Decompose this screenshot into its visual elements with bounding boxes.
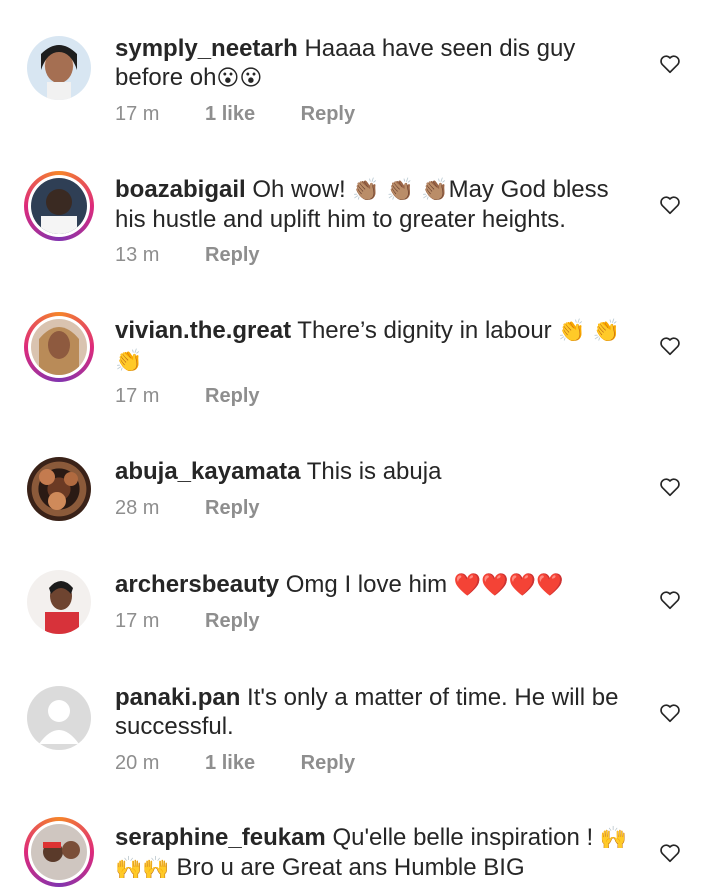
comment-text: vivian.the.great There’s dignity in labo… — [115, 316, 635, 376]
avatar[interactable] — [24, 567, 94, 637]
comment-meta: 20 m 1 like Reply — [115, 752, 355, 775]
reply-button[interactable]: Reply — [205, 385, 259, 408]
comment-time: 13 m — [115, 244, 160, 266]
like-heart-icon[interactable] — [659, 476, 681, 498]
reply-button[interactable]: Reply — [205, 244, 259, 267]
comment-username[interactable]: panaki.pan — [115, 684, 240, 711]
avatar[interactable] — [24, 454, 94, 524]
comment-text: boazabigail Oh wow! 👏🏽 👏🏽 👏🏽May God bles… — [115, 175, 635, 234]
comment-time: 17 m — [115, 385, 160, 407]
like-heart-icon[interactable] — [659, 194, 681, 216]
avatar-photo — [43, 841, 80, 862]
comment-text: abuja_kayamata This is abuja — [115, 457, 635, 486]
comment-username[interactable]: symply_neetarh — [115, 35, 298, 62]
comment-username[interactable]: archersbeauty — [115, 571, 279, 598]
comment-body: Omg I love him — [285, 571, 448, 598]
avatar[interactable] — [24, 33, 94, 103]
comment-body-continued: Bro u are Great ans Humble BIG — [176, 854, 525, 881]
like-heart-icon[interactable] — [659, 702, 681, 724]
emoji: 👏🏽 👏🏽 👏🏽 — [352, 178, 449, 203]
comment-text: panaki.pan It's only a matter of time. H… — [115, 683, 635, 741]
avatar-photo — [45, 581, 79, 634]
avatar[interactable] — [24, 312, 94, 382]
comment-meta: 17 m Reply — [115, 385, 260, 408]
comment-body: There’s dignity in labour — [297, 317, 552, 344]
comment-text: archersbeauty Omg I love him ❤️❤️❤️❤️ — [115, 570, 635, 600]
comment-time: 20 m — [115, 752, 160, 774]
comment-likes[interactable]: 1 like — [205, 752, 255, 775]
avatar-photo — [39, 469, 78, 510]
comment-time: 17 m — [115, 103, 160, 125]
comment-meta: 13 m Reply — [115, 244, 260, 267]
reply-button[interactable]: Reply — [205, 497, 259, 520]
comment-text: symply_neetarh Haaaa have seen dis guy b… — [115, 34, 635, 93]
comment-meta: 28 m Reply — [115, 497, 260, 520]
like-heart-icon[interactable] — [659, 335, 681, 357]
comment-time: 28 m — [115, 497, 160, 519]
comment-body: This is abuja — [306, 458, 442, 485]
comment-meta: 17 m 1 like Reply — [115, 103, 355, 126]
like-heart-icon[interactable] — [659, 589, 681, 611]
comment-meta: 17 m Reply — [115, 610, 260, 633]
comment-body: Qu'elle belle inspiration ! — [332, 824, 594, 851]
reply-button[interactable]: Reply — [205, 610, 259, 633]
comment-username[interactable]: abuja_kayamata — [115, 458, 300, 485]
avatar-photo — [41, 189, 77, 234]
like-heart-icon[interactable] — [659, 842, 681, 864]
emoji: ❤️❤️❤️❤️ — [453, 573, 564, 598]
comment-username[interactable]: vivian.the.great — [115, 317, 291, 344]
avatar-photo — [41, 45, 77, 100]
default-avatar-icon — [39, 700, 79, 744]
avatar[interactable] — [24, 817, 94, 887]
comment-time: 17 m — [115, 610, 160, 632]
comment-username[interactable]: seraphine_feukam — [115, 824, 326, 851]
reply-button[interactable]: Reply — [301, 752, 355, 775]
avatar[interactable] — [24, 171, 94, 241]
comment-likes[interactable]: 1 like — [205, 103, 255, 126]
comment-body-start: Oh wow! — [252, 176, 346, 203]
avatar[interactable] — [24, 683, 94, 753]
comment-username[interactable]: boazabigail — [115, 176, 246, 203]
emoji: 😮😮 — [216, 66, 263, 91]
avatar-photo — [39, 327, 79, 375]
comment-text: seraphine_feukam Qu'elle belle inspirati… — [115, 823, 635, 883]
reply-button[interactable]: Reply — [301, 103, 355, 126]
like-heart-icon[interactable] — [659, 53, 681, 75]
